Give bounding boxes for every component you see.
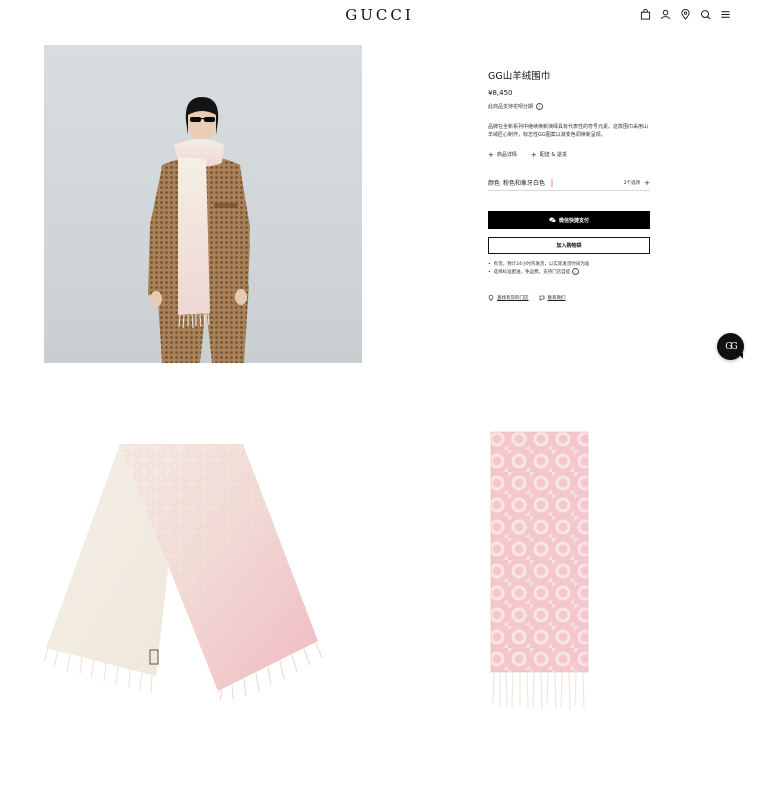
product-price: ¥8,450 [488, 89, 513, 97]
location-pin-icon [488, 295, 494, 301]
find-store-label: 查找有货的门店 [497, 296, 529, 301]
chat-icon [539, 295, 544, 301]
wechat-icon [549, 217, 556, 223]
color-selector[interactable]: 颜色 粉色和象牙白色 2个选项 + [488, 178, 650, 191]
product-model-image[interactable] [44, 45, 362, 363]
wechat-pay-button[interactable]: 微信快捷支付 [488, 211, 650, 229]
plus-icon: + [644, 178, 650, 187]
installment-note: 此商品支持花呗分期 i [488, 103, 650, 110]
color-label: 颜色 [488, 180, 501, 187]
location-pin-icon[interactable] [680, 9, 691, 20]
installment-text: 此商品支持花呗分期 [488, 104, 534, 110]
live-chat-button[interactable]: GG [717, 333, 744, 360]
shipping-returns-link[interactable]: + 配送 & 退货 [530, 150, 567, 159]
chat-logo: GG [725, 341, 737, 352]
color-options[interactable]: 2个选项 + [624, 179, 650, 187]
color-info: 颜色 粉色和象牙白色 [488, 178, 554, 187]
add-to-cart-button[interactable]: 加入购物袋 [488, 237, 650, 254]
shipping-returns-label: 配送 & 退货 [539, 152, 567, 158]
product-description: 品牌在全新系列中继续焕新演绎具有代表性的符号元素。这款围巾采用山羊绒匠心制作，标… [488, 124, 649, 138]
header-icons [640, 9, 731, 20]
account-icon[interactable] [660, 9, 671, 20]
info-icon[interactable]: i [571, 268, 579, 275]
color-options-count: 2个选项 [623, 180, 641, 186]
color-swatch [551, 178, 554, 187]
support-links: 查找有货的门店 联系我们 [488, 295, 650, 301]
search-icon[interactable] [700, 9, 711, 20]
delivery-info: 有货。预计24小时内发货，以实际发货时间为准 选择标准配送，免运费。支持门店自提… [488, 261, 650, 276]
scarf-hanging-image[interactable] [486, 428, 592, 717]
plus-icon: + [530, 150, 537, 159]
color-value: 粉色和象牙白色 [503, 180, 546, 187]
plus-icon: + [488, 150, 494, 159]
find-store-link[interactable]: 查找有货的门店 [488, 295, 529, 301]
shipping-note-text: 选择标准配送，免运费。支持门店自提 [493, 270, 571, 275]
shipping-note: 选择标准配送，免运费。支持门店自提 i [488, 268, 650, 276]
wechat-pay-label: 微信快捷支付 [558, 217, 589, 224]
stock-note: 有货。预计24小时内发货，以实际发货时间为准 [488, 261, 650, 268]
info-icon[interactable]: i [536, 103, 544, 110]
add-to-cart-label: 加入购物袋 [556, 243, 582, 249]
product-info-panel: GG山羊绒围巾 ¥8,450 此商品支持花呗分期 i 品牌在全新系列中继续焕新演… [488, 68, 650, 301]
details-link[interactable]: + 商品详情 [488, 150, 517, 159]
menu-icon[interactable] [720, 9, 731, 20]
product-links: + 商品详情 + 配送 & 退货 [488, 150, 650, 159]
contact-us-link[interactable]: 联系我们 [539, 295, 566, 301]
product-title: GG山羊绒围巾 [488, 71, 551, 82]
contact-us-label: 联系我们 [547, 296, 566, 301]
details-link-label: 商品详情 [496, 152, 517, 158]
scarf-flatlay-image[interactable] [36, 436, 326, 705]
shopping-bag-icon[interactable] [640, 9, 651, 20]
